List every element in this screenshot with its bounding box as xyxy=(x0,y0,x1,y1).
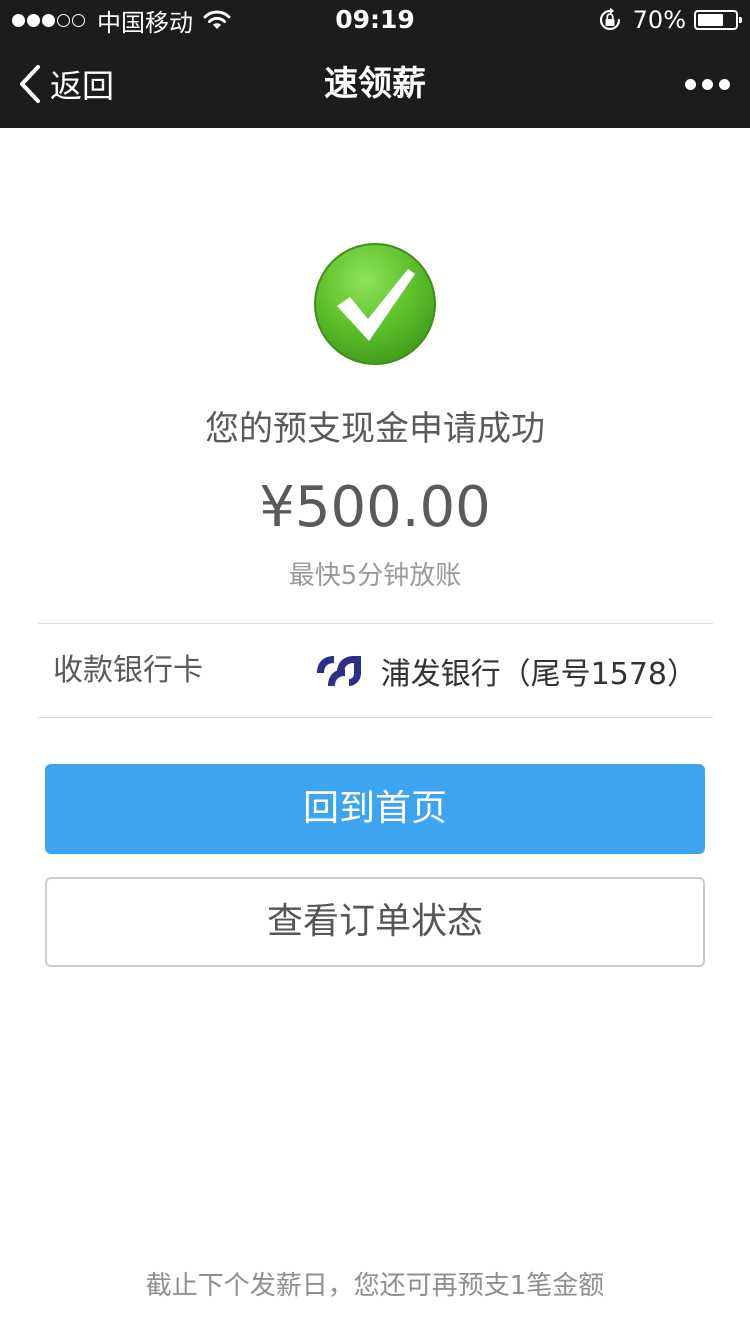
status-right: 70% xyxy=(597,0,742,40)
rotation-lock-icon xyxy=(599,7,620,31)
success-title: 您的预支现金申请成功 xyxy=(205,409,545,449)
bank-card-row: 收款银行卡 浦发银行（尾号1578） xyxy=(38,624,713,717)
back-label: 返回 xyxy=(50,67,115,105)
arrival-eta: 最快5分钟放账 xyxy=(288,561,462,591)
advance-amount: ¥500.00 xyxy=(259,475,491,540)
spdb-bank-logo-icon xyxy=(316,655,361,686)
back-button[interactable]: 返回 xyxy=(18,40,114,128)
bank-card-value: 浦发银行（尾号1578） xyxy=(315,624,697,717)
battery-fill xyxy=(698,14,723,26)
more-button[interactable] xyxy=(679,40,730,128)
success-check-icon xyxy=(314,243,436,365)
back-to-home-button[interactable]: 回到首页 xyxy=(45,764,705,854)
battery-tip xyxy=(739,17,742,23)
chevron-left-icon xyxy=(20,65,40,103)
bank-card-label: 收款银行卡 xyxy=(53,653,203,688)
more-dots-icon xyxy=(685,78,696,90)
battery-icon xyxy=(694,10,742,30)
battery-percent: 70% xyxy=(632,6,686,34)
more-dots-icon xyxy=(719,78,730,90)
bank-name: 浦发银行（尾号1578） xyxy=(380,656,697,692)
page-title: 速领薪 xyxy=(324,64,426,104)
view-order-status-button[interactable]: 查看订单状态 xyxy=(45,877,705,967)
nav-bar: 返回 速领薪 xyxy=(0,40,750,128)
status-bar: 中国移动 09:19 70% xyxy=(0,0,750,40)
more-dots-icon xyxy=(702,78,713,90)
divider-bottom xyxy=(38,717,713,718)
remaining-advance-note: 截止下个发薪日，您还可再预支1笔金额 xyxy=(145,1271,605,1301)
